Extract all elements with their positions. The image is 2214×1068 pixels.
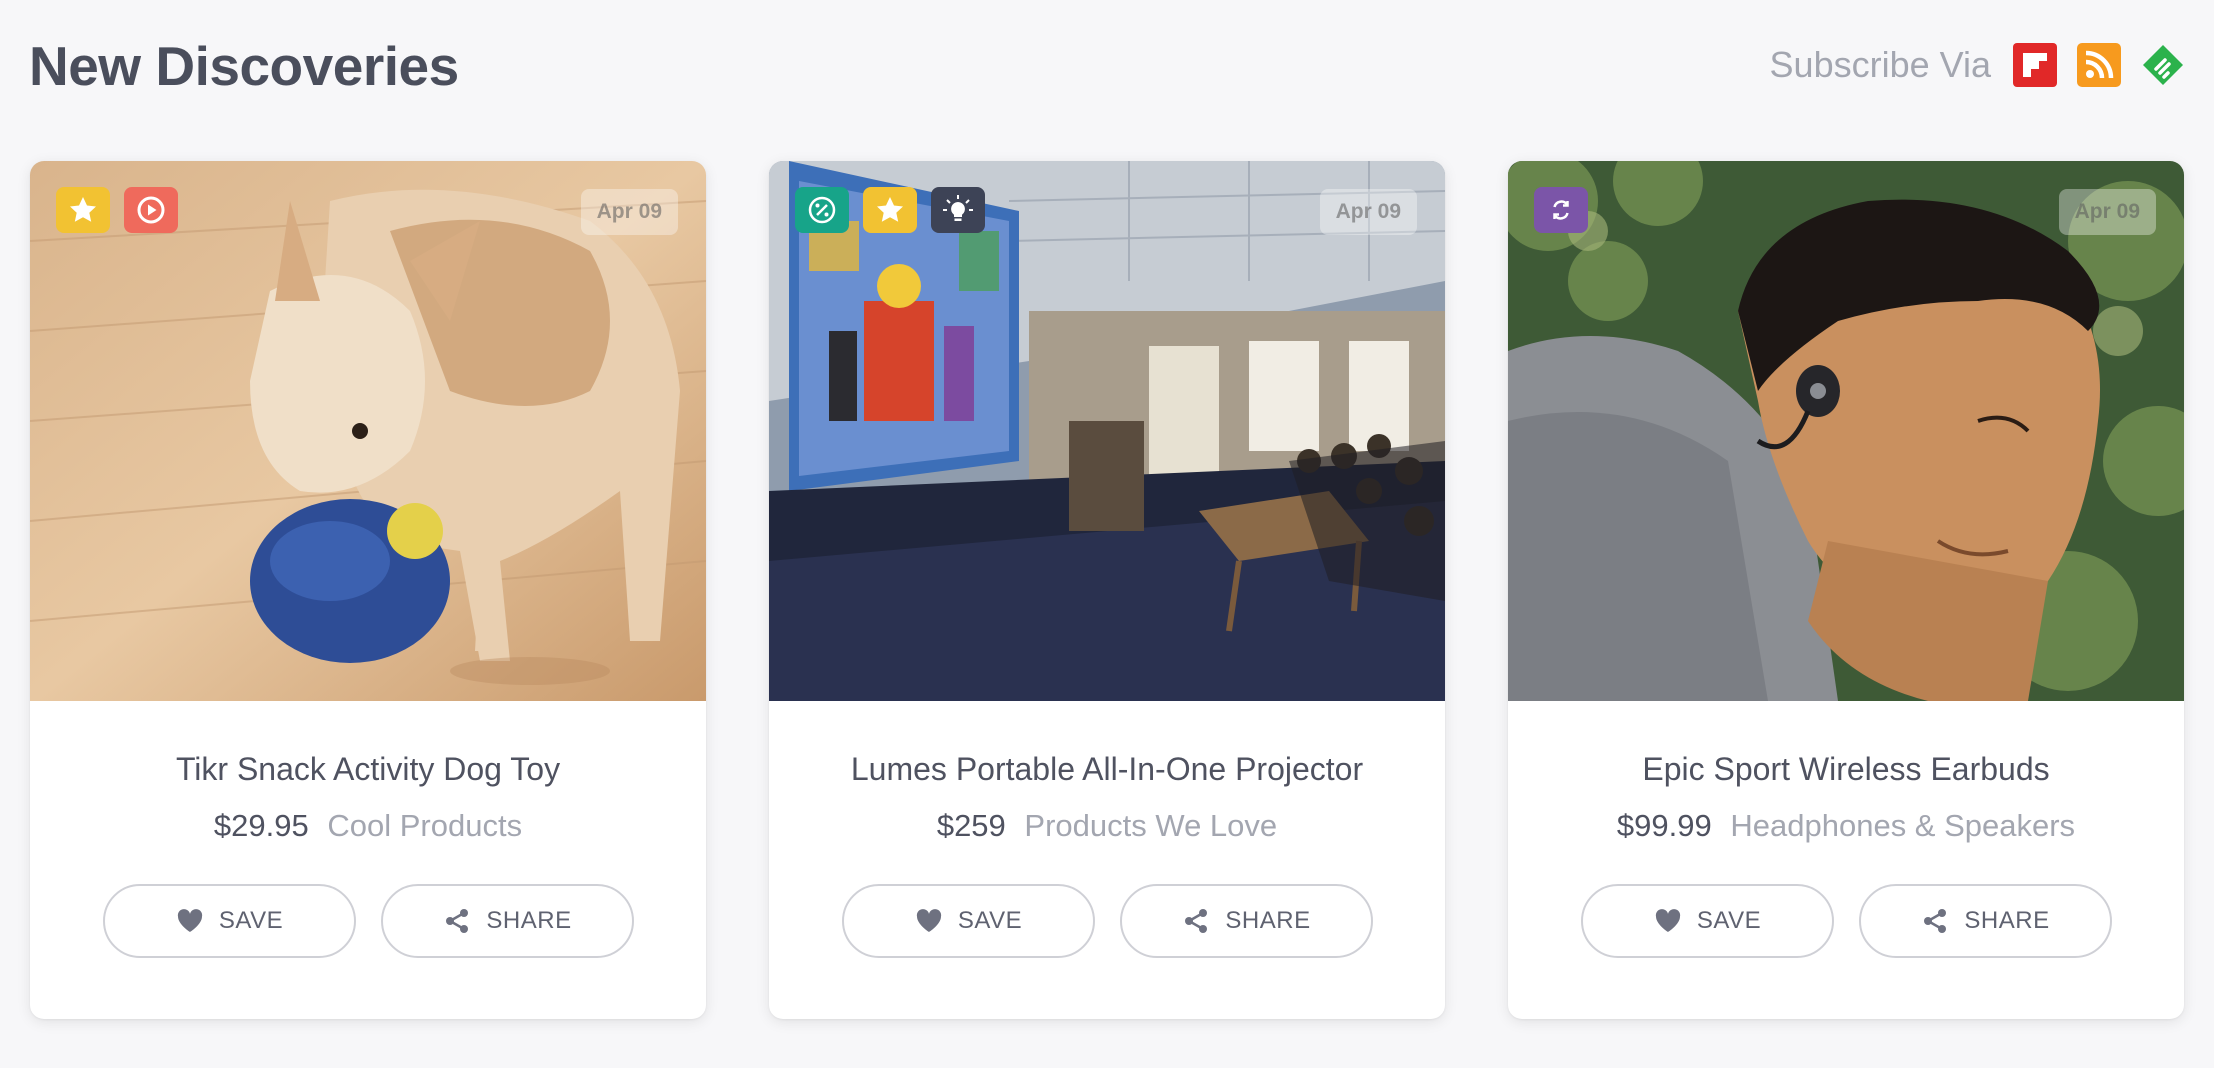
card-actions: SAVE SHARE — [769, 884, 1445, 958]
product-image[interactable]: Apr 09 — [30, 161, 706, 701]
badge-group — [1534, 187, 1588, 233]
product-image[interactable]: Apr 09 — [1508, 161, 2184, 701]
save-label: SAVE — [1696, 907, 1762, 934]
subscribe-bar: Subscribe Via — [1770, 43, 2185, 87]
save-label: SAVE — [957, 907, 1023, 934]
percent-icon — [795, 187, 849, 233]
card-body: Tikr Snack Activity Dog Toy $29.95 Cool … — [30, 751, 706, 958]
star-icon — [863, 187, 917, 233]
save-button[interactable]: SAVE — [1580, 884, 1834, 958]
price-row: $259 Products We Love — [769, 808, 1445, 844]
share-icon — [1185, 909, 1208, 933]
share-label: SHARE — [486, 907, 572, 934]
badge-group — [56, 187, 178, 233]
save-button[interactable]: SAVE — [102, 884, 356, 958]
flipboard-icon[interactable] — [2013, 43, 2057, 87]
badge-group — [795, 187, 985, 233]
category-link[interactable]: Headphones & Speakers — [1730, 808, 2075, 843]
share-button[interactable]: SHARE — [1119, 884, 1373, 958]
page-title: New Discoveries — [29, 35, 459, 97]
price-row: $29.95 Cool Products — [30, 808, 706, 844]
card-actions: SAVE SHARE — [1508, 884, 2184, 958]
share-icon — [1924, 909, 1947, 933]
category-link[interactable]: Cool Products — [327, 808, 522, 843]
share-button[interactable]: SHARE — [380, 884, 634, 958]
card-body: Epic Sport Wireless Earbuds $99.99 Headp… — [1508, 751, 2184, 958]
heart-icon — [1655, 909, 1681, 932]
rss-icon[interactable] — [2077, 43, 2121, 87]
share-button[interactable]: SHARE — [1858, 884, 2112, 958]
lightbulb-icon — [931, 187, 985, 233]
product-card[interactable]: Apr 09 Lumes Portable All-In-One Project… — [769, 161, 1445, 1019]
product-grid: Apr 09 Tikr Snack Activity Dog Toy $29.9… — [30, 161, 2184, 1019]
price: $29.95 — [213, 808, 309, 843]
price: $99.99 — [1616, 808, 1712, 843]
subscribe-label: Subscribe Via — [1769, 44, 1991, 85]
product-name[interactable]: Tikr Snack Activity Dog Toy — [30, 751, 706, 788]
heart-icon — [177, 909, 203, 932]
refresh-icon — [1534, 187, 1588, 233]
product-card[interactable]: Apr 09 Tikr Snack Activity Dog Toy $29.9… — [30, 161, 706, 1019]
card-actions: SAVE SHARE — [30, 884, 706, 958]
product-name[interactable]: Lumes Portable All-In-One Projector — [769, 751, 1445, 788]
share-label: SHARE — [1225, 907, 1311, 934]
play-icon — [124, 187, 178, 233]
price-row: $99.99 Headphones & Speakers — [1508, 808, 2184, 844]
save-button[interactable]: SAVE — [841, 884, 1095, 958]
page-header: New Discoveries Subscribe Via — [29, 0, 2185, 130]
date-badge: Apr 09 — [2058, 189, 2156, 235]
product-image[interactable]: Apr 09 — [769, 161, 1445, 701]
feedly-icon[interactable] — [2141, 43, 2185, 87]
save-label: SAVE — [218, 907, 284, 934]
category-link[interactable]: Products We Love — [1024, 808, 1277, 843]
product-card[interactable]: Apr 09 Epic Sport Wireless Earbuds $99.9… — [1508, 161, 2184, 1019]
card-body: Lumes Portable All-In-One Projector $259… — [769, 751, 1445, 958]
share-label: SHARE — [1964, 907, 2050, 934]
product-name[interactable]: Epic Sport Wireless Earbuds — [1508, 751, 2184, 788]
star-icon — [56, 187, 110, 233]
share-icon — [446, 909, 469, 933]
price: $259 — [936, 808, 1006, 843]
date-badge: Apr 09 — [580, 189, 678, 235]
date-badge: Apr 09 — [1319, 189, 1417, 235]
heart-icon — [916, 909, 942, 932]
